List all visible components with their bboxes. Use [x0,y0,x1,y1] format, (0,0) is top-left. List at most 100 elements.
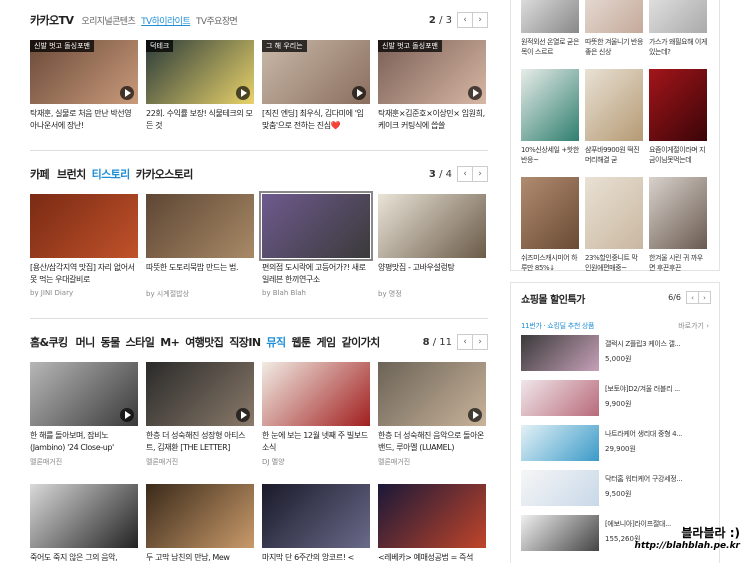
product-title[interactable]: 원적외선 온열로 굳은목이 스르르 [521,37,579,57]
card-title[interactable]: 한층 더 성숙해진 음악으로 돌아온 밴드, 루아멜 (LUAMEL) [378,430,486,454]
card-thumbnail[interactable] [378,362,486,426]
product-title[interactable]: 10%신상세일 +핫한반응~ [521,145,579,165]
product-thumbnail[interactable] [521,177,579,249]
prev-page-button[interactable]: ‹ [457,334,473,350]
content-card[interactable]: 그 해 우리는 [직진 엔딩] 최우식, 김다미에 '입맞춤'으로 전하는 진심❤… [262,40,370,132]
product-title[interactable]: 요즘이게절이라며 지금이님못먹는데 [649,145,707,165]
shopping-item-name[interactable]: 나트라케어 생리대 중형 4... [605,429,713,439]
card-title[interactable]: 마지막 단 6주간의 앙코르! < [262,552,370,563]
card-title[interactable]: 탁재훈×김준호×이상민× 임원희, 케이크 커팅식에 씁쓸 [378,108,486,132]
shopping-item-image[interactable] [521,380,599,416]
card-thumbnail[interactable] [262,362,370,426]
card-thumbnail[interactable]: 그 해 우리는 [262,40,370,104]
tab-0[interactable]: 카카오TV [30,12,74,28]
card-title[interactable]: 양평맛집 - 고바우설렁탕 [378,262,486,286]
product-thumbnail[interactable] [521,0,579,33]
shopping-item-image[interactable] [521,515,599,551]
content-card[interactable]: [용산/삼각지역 맛집] 자리 없어서 못 먹는 우대갈비로 by JINI Di… [30,194,138,297]
product-ad-item[interactable]: 따뜻한 겨울니기 반응좋은 신상 [585,0,643,57]
card-thumbnail[interactable] [146,362,254,426]
card-title[interactable]: [용산/삼각지역 맛집] 자리 없어서 못 먹는 우대갈비로 [30,262,138,286]
content-card[interactable]: 편의점 도시락에 고등어가?! 새로 일레븐 한끼연구소 by Blah Blah [259,191,373,297]
tab-3[interactable]: 스타일 [126,334,155,350]
product-ad-item[interactable]: 쉬즈미스캐시미어 하루만 85%↓ [521,177,579,273]
card-title[interactable]: 탁재훈, 실물로 처음 만난 박선영 아나운서에 장난! [30,108,138,132]
tab-1[interactable]: 머니 [76,334,96,350]
tab-7[interactable]: 뮤직 [266,334,286,350]
product-thumbnail[interactable] [585,0,643,33]
shopping-item-name[interactable]: [보토야]D2/겨울 러블리 ... [605,384,713,394]
content-card[interactable]: 두 고막 남친의 만남, Mew [146,484,254,563]
product-thumbnail[interactable] [649,177,707,249]
product-ad-item[interactable]: 원적외선 온열로 굳은목이 스르르 [521,0,579,57]
product-ad-item[interactable]: 10%신상세일 +핫한반응~ [521,69,579,165]
tab-2[interactable]: 티스토리 [92,166,131,182]
tab-3[interactable]: TV주요장면 [196,14,238,27]
play-icon[interactable] [236,408,250,422]
tab-5[interactable]: 여행맛집 [185,334,224,350]
content-card[interactable]: 한층 더 성숙해진 음악으로 돌아온 밴드, 루아멜 (LUAMEL) 멜론매거진 [378,362,486,467]
tab-3[interactable]: 카카오스토리 [136,166,194,182]
product-ad-item[interactable]: 샴푸바9900원 떡진머리해결 굳 [585,69,643,165]
prev-page-button[interactable]: ‹ [457,12,473,28]
card-thumbnail[interactable] [378,484,486,548]
card-title[interactable]: 편의점 도시락에 고등어가?! 새로 일레븐 한끼연구소 [262,262,370,286]
tab-6[interactable]: 직장IN [229,334,261,350]
tab-1[interactable]: 오리지널콘텐츠 [81,14,135,27]
content-card[interactable]: 덕테크 22회. 수익률 보장! 식물테크의 모든 것 [146,40,254,132]
product-thumbnail[interactable] [585,69,643,141]
shopping-item-image[interactable] [521,425,599,461]
card-thumbnail[interactable] [146,484,254,548]
card-title[interactable]: 한층 더 성숙해진 성장형 아티스트, 김재환 [THE LETTER] [146,430,254,454]
card-thumbnail[interactable]: 덕테크 [146,40,254,104]
content-card[interactable]: 신발 벗고 돌싱포맨탁재훈, 실물로 처음 만난 박선영 아나운서에 장난! [30,40,138,132]
product-ad-item[interactable]: 가스가 왜필요해 이게 있는데? [649,0,707,57]
card-thumbnail[interactable] [262,484,370,548]
card-thumbnail[interactable] [30,194,138,258]
content-card[interactable]: 따뜻한 도토리묵밥 만드는 법. by 시계절밥상 [146,194,254,299]
shopping-item[interactable]: 닥터홈 워터케어 구강세정... 9,500원 [521,470,711,508]
shopping-item-image[interactable] [521,470,599,506]
tab-0[interactable]: 홈&쿠킹 [30,334,68,350]
play-icon[interactable] [236,86,250,100]
card-thumbnail[interactable]: 신발 벗고 돌싱포맨 [378,40,486,104]
card-thumbnail[interactable]: 신발 벗고 돌싱포맨 [30,40,138,104]
card-title[interactable]: 따뜻한 도토리묵밥 만드는 법. [146,262,254,286]
shopping-item[interactable]: 나트라케어 생리대 중형 4... 29,900원 [521,425,711,463]
tab-9[interactable]: 게임 [317,334,337,350]
tab-0[interactable]: 카페 [30,166,50,182]
product-title[interactable]: 따뜻한 겨울니기 반응좋은 신상 [585,37,643,57]
card-title[interactable]: 22회. 수익률 보장! 식물테크의 모든 것 [146,108,254,132]
product-title[interactable]: 가스가 왜필요해 이게 있는데? [649,37,707,57]
next-page-button[interactable]: › [472,12,488,28]
play-icon[interactable] [120,408,134,422]
product-title[interactable]: 쉬즈미스캐시미어 하루만 85%↓ [521,253,579,273]
card-thumbnail[interactable] [378,194,486,258]
tab-4[interactable]: M+ [160,336,180,349]
card-thumbnail[interactable] [30,362,138,426]
card-thumbnail[interactable] [259,191,373,261]
product-ad-item[interactable]: 요즘이게절이라며 지금이님못먹는데 [649,69,707,165]
content-card[interactable]: 신발 벗고 돌싱포맨탁재훈×김준호×이상민× 임원희, 케이크 커팅식에 씁쓸 [378,40,486,132]
tab-2[interactable]: 동물 [101,334,121,350]
product-title[interactable]: 샴푸바9900원 떡진머리해결 굳 [585,145,643,165]
tab-2[interactable]: TV하이라이트 [141,14,190,27]
shopping-item[interactable]: [보토야]D2/겨울 러블리 ... 9,900원 [521,380,711,418]
card-thumbnail[interactable] [146,194,254,258]
content-card[interactable]: 한 해를 돌아보며, 잠비노(Jambino) '24 Close-up' 멜론매… [30,362,138,467]
next-page-button[interactable]: › [472,166,488,182]
card-title[interactable]: 죽어도 죽지 않은 그의 음악, [30,552,138,563]
product-thumbnail[interactable] [585,177,643,249]
product-thumbnail[interactable] [521,69,579,141]
content-card[interactable]: 죽어도 죽지 않은 그의 음악, [30,484,138,563]
play-icon[interactable] [120,86,134,100]
tab-1[interactable]: 브런치 [57,166,86,182]
shopping-item[interactable]: 갤럭시 Z플립3 케이스 갤... 5,000원 [521,335,711,373]
product-thumbnail[interactable] [649,0,707,33]
play-icon[interactable] [468,408,482,422]
content-card[interactable]: 한 눈에 보는 12월 넷째 주 빌보드 소식 DJ 멜양 [262,362,370,467]
shopping-item-name[interactable]: 닥터홈 워터케어 구강세정... [605,474,713,484]
shopping-more-link[interactable]: 바로가기 › [678,321,709,331]
product-title[interactable]: 23%할인중니트 막인원에편매중~ [585,253,643,273]
content-card[interactable]: <레베카> 예매성공법 = 즉석 [378,484,486,563]
